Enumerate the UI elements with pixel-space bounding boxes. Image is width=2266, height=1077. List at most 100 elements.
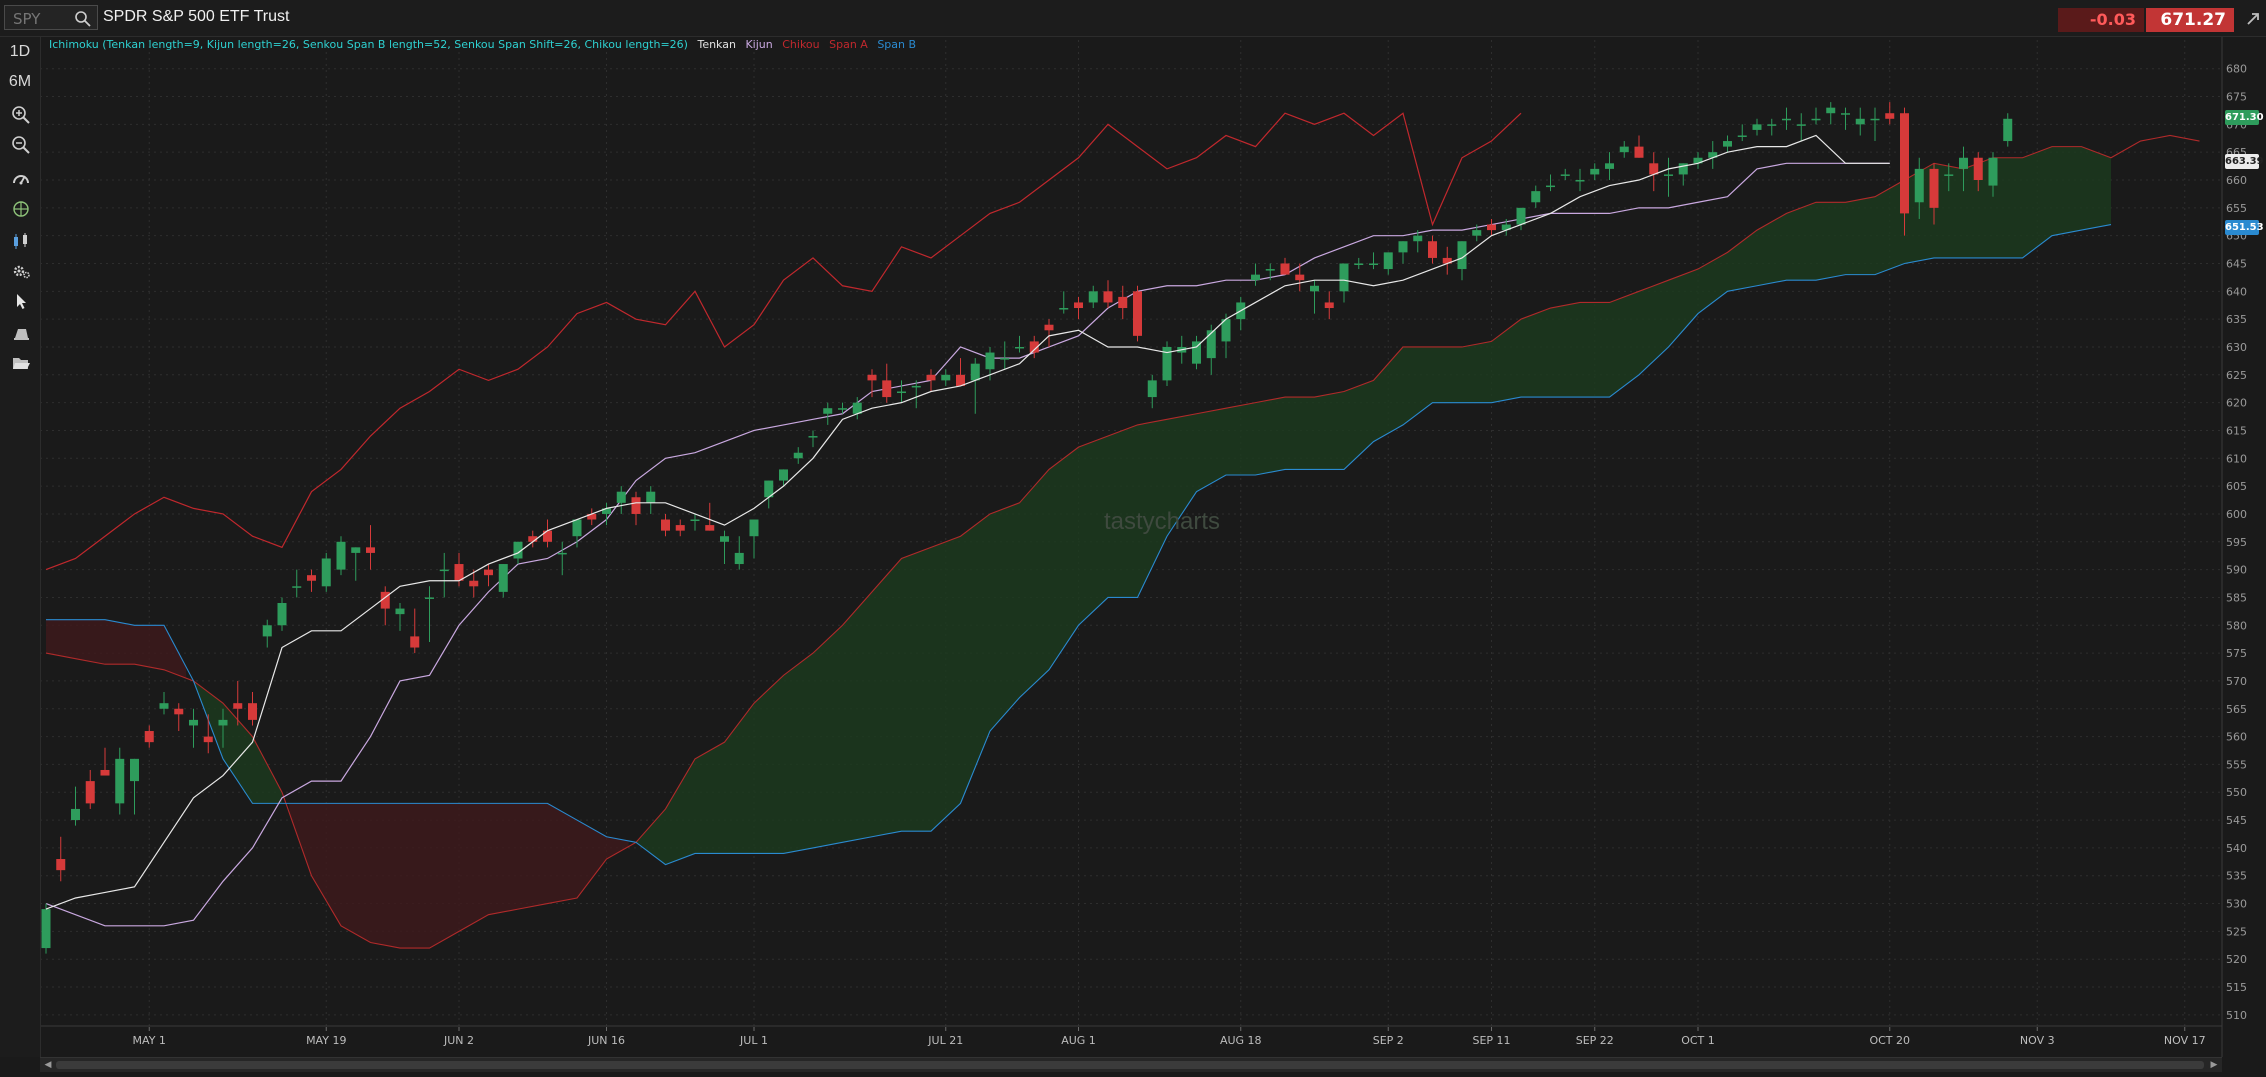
- candle-body: [1413, 235, 1423, 242]
- candle-body: [307, 575, 316, 581]
- legend-study[interactable]: Ichimoku (Tenkan length=9, Kijun length=…: [49, 38, 688, 51]
- settings-icon[interactable]: [11, 261, 31, 281]
- y-tick-label: 655: [2226, 202, 2247, 215]
- candle-body: [557, 552, 567, 555]
- candle-body: [1929, 168, 1939, 208]
- x-tick-label: SEP 2: [1373, 1034, 1404, 1047]
- symbol-search-box[interactable]: [4, 5, 98, 30]
- studies-icon[interactable]: [11, 199, 31, 219]
- candle-body: [1944, 174, 1954, 176]
- y-tick-label: 545: [2226, 814, 2247, 827]
- candle-body: [218, 719, 228, 726]
- legend-span-b: Span B: [877, 38, 917, 51]
- candle-body: [1796, 124, 1806, 126]
- folder-icon[interactable]: [11, 353, 31, 373]
- y-tick-label: 530: [2226, 898, 2247, 911]
- candle-body: [1310, 285, 1319, 292]
- time-scrollbar[interactable]: ◀ ▶: [40, 1057, 2222, 1072]
- candle-body: [1885, 113, 1895, 119]
- candle-body: [1826, 107, 1836, 114]
- range-button[interactable]: 6M: [0, 73, 40, 91]
- x-tick-label: SEP 11: [1472, 1034, 1510, 1047]
- zoom-in-icon[interactable]: [11, 105, 31, 125]
- candle-body: [410, 636, 420, 648]
- y-tick-label: 555: [2226, 758, 2247, 771]
- chart-type-icon[interactable]: [11, 231, 31, 251]
- y-tick-label: 630: [2226, 341, 2247, 354]
- candle-body: [779, 469, 788, 481]
- candle-body: [115, 758, 125, 804]
- candle-body: [1339, 263, 1349, 292]
- legend-span-a: Span A: [829, 38, 868, 51]
- candle-body: [1354, 263, 1364, 265]
- scroll-thumb[interactable]: [56, 1061, 2204, 1069]
- expand-icon[interactable]: [2244, 10, 2262, 28]
- y-tick-label: 640: [2226, 285, 2247, 298]
- timeframe-button[interactable]: 1D: [0, 43, 40, 61]
- scroll-right-icon[interactable]: ▶: [2208, 1060, 2220, 1070]
- candle-body: [1988, 157, 1998, 186]
- x-tick-label: MAY 19: [306, 1034, 346, 1047]
- candle-body: [1959, 157, 1968, 169]
- y-tick-label: 620: [2226, 397, 2247, 410]
- candle-body: [395, 608, 405, 615]
- x-tick-label: AUG 18: [1220, 1034, 1262, 1047]
- candle-body: [1015, 346, 1024, 349]
- candle-body: [646, 491, 656, 503]
- candle-body: [41, 909, 51, 949]
- candle-body: [484, 569, 493, 576]
- price-chart[interactable]: 510 515 520 525 530 535 540 545 550 555 560 565 570 5…: [0, 0, 2266, 1077]
- instrument-name: SPDR S&P 500 ETF Trust: [103, 8, 290, 25]
- y-tick-label: 585: [2226, 591, 2247, 604]
- scroll-left-icon[interactable]: ◀: [42, 1060, 54, 1070]
- candle-body: [1811, 118, 1821, 121]
- y-tick-label: 525: [2226, 925, 2247, 938]
- candle-body: [1560, 174, 1570, 176]
- candle-body: [1870, 118, 1880, 121]
- candle-body: [203, 736, 213, 743]
- candle-body: [749, 519, 759, 537]
- candle-body: [1280, 263, 1290, 275]
- candle-body: [130, 758, 139, 782]
- study-legend[interactable]: Ichimoku (Tenkan length=9, Kijun length=…: [49, 38, 922, 51]
- x-tick-label: SEP 22: [1576, 1034, 1614, 1047]
- cursor-icon[interactable]: [11, 291, 31, 311]
- candle-body: [1782, 118, 1791, 121]
- y-tick-label: 575: [2226, 647, 2247, 660]
- candle-body: [1531, 191, 1541, 203]
- symbol-input[interactable]: [11, 9, 77, 29]
- y-tick-label: 560: [2226, 731, 2247, 744]
- candle-body: [159, 703, 169, 709]
- x-tick-label: OCT 20: [1869, 1034, 1910, 1047]
- candle-body: [498, 564, 508, 592]
- x-tick-label: OCT 1: [1681, 1034, 1715, 1047]
- candle-body: [1590, 168, 1600, 175]
- x-tick-label: JUL 1: [739, 1034, 768, 1047]
- candle-body: [321, 558, 331, 587]
- net-change: -0.03: [2058, 8, 2144, 32]
- legend-kijun: Kijun: [745, 38, 773, 51]
- candle-body: [926, 374, 936, 381]
- legend-chikou: Chikou: [782, 38, 820, 51]
- x-tick-label: JUN 2: [443, 1034, 474, 1047]
- y-tick-label: 675: [2226, 91, 2247, 104]
- candle-body: [454, 564, 464, 581]
- candle-body: [277, 603, 287, 626]
- candle-body: [1546, 185, 1555, 188]
- candle-body: [705, 525, 715, 531]
- eraser-icon[interactable]: [11, 323, 31, 343]
- candle-body: [2003, 118, 2013, 142]
- drawing-tools-icon[interactable]: [11, 169, 31, 189]
- last-price: 671.27: [2146, 8, 2234, 32]
- candle-body: [1398, 241, 1408, 253]
- candle-body: [1634, 146, 1644, 158]
- zoom-out-icon[interactable]: [11, 135, 31, 155]
- y-tick-label: 550: [2226, 786, 2247, 799]
- search-icon[interactable]: [74, 10, 92, 28]
- y-tick-label: 680: [2226, 63, 2247, 76]
- candle-body: [1088, 291, 1098, 303]
- candle-body: [970, 363, 980, 381]
- candle-body: [85, 781, 95, 804]
- candle-body: [351, 547, 361, 553]
- y-tick-label: 535: [2226, 870, 2247, 883]
